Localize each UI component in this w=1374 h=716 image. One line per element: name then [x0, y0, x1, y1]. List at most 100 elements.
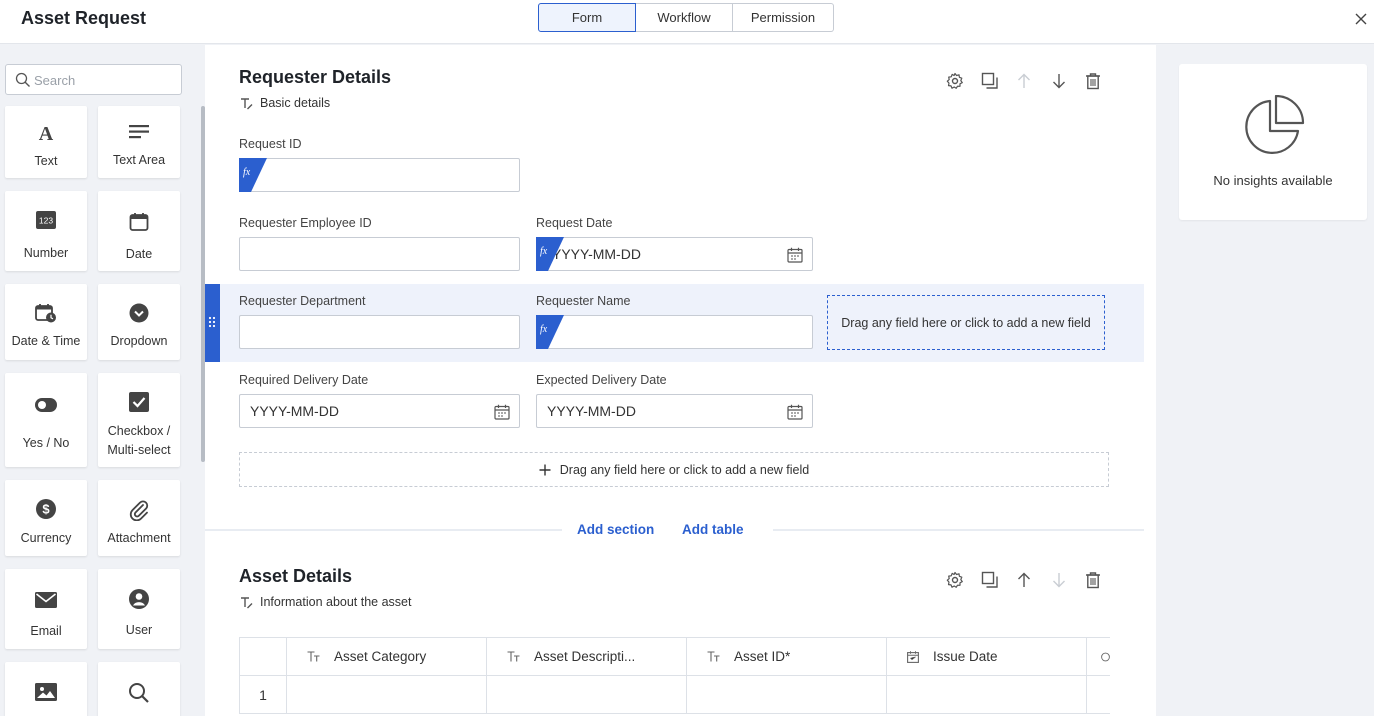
text-field-icon [507, 651, 520, 662]
move-up-icon [1007, 70, 1042, 92]
table-cell[interactable] [1087, 676, 1110, 714]
column-header-label: Issue Date [933, 649, 998, 664]
drag-handle[interactable] [205, 284, 220, 362]
palette-item-label: Checkbox / Multi-select [107, 424, 171, 457]
table-cell[interactable] [287, 676, 487, 714]
requester-name-input[interactable]: fx [536, 315, 813, 349]
palette-search[interactable] [5, 64, 182, 95]
palette-item-label: Dropdown [110, 334, 168, 348]
request-id-input[interactable]: fx [239, 158, 520, 192]
text-field-icon [707, 651, 720, 662]
requester-employee-id-input[interactable] [239, 237, 520, 271]
field-label: Requester Name [536, 294, 631, 308]
section-divider [773, 529, 1144, 531]
table-cell[interactable] [487, 676, 687, 714]
svg-text:A: A [39, 123, 54, 143]
palette-item-label: Date & Time [11, 334, 81, 348]
svg-text:123: 123 [39, 216, 53, 226]
row-number: 1 [239, 676, 287, 714]
checkbox-icon [98, 392, 180, 412]
delete-icon[interactable] [1076, 569, 1111, 591]
field-label: Request ID [239, 137, 302, 151]
palette-item-user[interactable]: User [98, 569, 180, 649]
column-header-label: Asset ID* [734, 649, 791, 664]
section-description-text: Information about the asset [260, 595, 412, 609]
palette-item-checkbox[interactable]: Checkbox / Multi-select [98, 373, 180, 467]
palette-item-label: Number [23, 246, 69, 260]
palette-item-number[interactable]: 123 Number [5, 191, 87, 271]
lookup-icon [98, 682, 180, 704]
duplicate-icon[interactable] [973, 569, 1008, 591]
palette-item-image[interactable] [5, 662, 87, 716]
add-field-text: Drag any field here or click to add a ne… [559, 462, 810, 477]
section-divider [205, 529, 562, 531]
tab-form[interactable]: Form [538, 3, 636, 32]
settings-icon[interactable] [938, 569, 973, 591]
column-header[interactable]: Asset Category [287, 638, 487, 676]
close-icon[interactable] [1353, 11, 1369, 27]
palette-item-label: Attachment [107, 531, 171, 545]
settings-icon[interactable] [938, 70, 973, 92]
svg-text:fx: fx [540, 324, 548, 335]
palette-item-date-time[interactable]: Date & Time [5, 284, 87, 360]
palette-item-dropdown[interactable]: Dropdown [98, 284, 180, 360]
column-header[interactable]: Asset Descripti... [487, 638, 687, 676]
palette-item-text[interactable]: A Text [5, 106, 87, 178]
required-delivery-date-input[interactable]: YYYY-MM-DD [239, 394, 520, 428]
clock-icon [1101, 652, 1110, 661]
expected-delivery-date-input[interactable]: YYYY-MM-DD [536, 394, 813, 428]
search-input[interactable] [34, 71, 174, 89]
formula-icon: fx [536, 237, 564, 271]
drag-handle-icon [208, 316, 216, 328]
move-up-icon[interactable] [1007, 569, 1042, 591]
column-header-label: Asset Category [334, 649, 427, 664]
calendar-icon[interactable] [787, 247, 803, 263]
date-placeholder: YYYY-MM-DD [250, 403, 339, 419]
move-down-icon [1042, 569, 1077, 591]
requester-department-input[interactable] [239, 315, 520, 349]
description-icon [241, 97, 253, 109]
calendar-icon[interactable] [787, 404, 803, 420]
palette-item-currency[interactable]: $ Currency [5, 480, 87, 556]
add-table-link[interactable]: Add table [682, 522, 744, 537]
section-description-text: Basic details [260, 96, 331, 110]
formula-icon: fx [536, 315, 564, 349]
add-section-link[interactable]: Add section [577, 522, 654, 537]
tab-workflow[interactable]: Workflow [636, 3, 733, 32]
move-down-icon[interactable] [1042, 70, 1077, 92]
column-header[interactable]: Issue Date [887, 638, 1087, 676]
search-icon [15, 72, 30, 87]
field-label: Requester Employee ID [239, 216, 372, 230]
add-field-zone[interactable]: Drag any field here or click to add a ne… [239, 452, 1109, 487]
palette-item-label: Date [125, 247, 153, 261]
palette-item-date[interactable]: Date [98, 191, 180, 271]
form-canvas: Requester Details Basic details Request … [205, 45, 1156, 716]
palette-item-attachment[interactable]: Attachment [98, 480, 180, 556]
column-header-overflow [1087, 638, 1110, 676]
pie-chart-icon [1245, 95, 1305, 154]
image-icon [5, 683, 87, 701]
table-cell[interactable] [887, 676, 1087, 714]
delete-icon[interactable] [1076, 70, 1111, 92]
view-tabs: Form Workflow Permission [538, 3, 834, 32]
header-bar: Asset Request Form Workflow Permission [0, 0, 1374, 44]
palette-item-label: Text [34, 154, 58, 168]
date-placeholder: YYYY-MM-DD [547, 403, 636, 419]
palette-item-text-area[interactable]: Text Area [98, 106, 180, 178]
duplicate-icon[interactable] [973, 70, 1008, 92]
tab-permission[interactable]: Permission [733, 3, 834, 32]
currency-icon: $ [5, 499, 87, 519]
attachment-icon [98, 499, 180, 521]
section-description: Information about the asset [240, 595, 411, 609]
palette-item-lookup[interactable] [98, 662, 180, 716]
palette-item-yes-no[interactable]: Yes / No [5, 373, 87, 467]
field-label: Requester Department [239, 294, 366, 308]
column-header[interactable]: Asset ID* [687, 638, 887, 676]
email-icon [5, 592, 87, 608]
row-drop-zone[interactable]: Drag any field here or click to add a ne… [827, 295, 1105, 350]
text-field-icon [307, 651, 320, 662]
table-cell[interactable] [687, 676, 887, 714]
request-date-input[interactable]: YYYY-MM-DD fx [536, 237, 813, 271]
calendar-icon[interactable] [494, 404, 510, 420]
palette-item-email[interactable]: Email [5, 569, 87, 649]
